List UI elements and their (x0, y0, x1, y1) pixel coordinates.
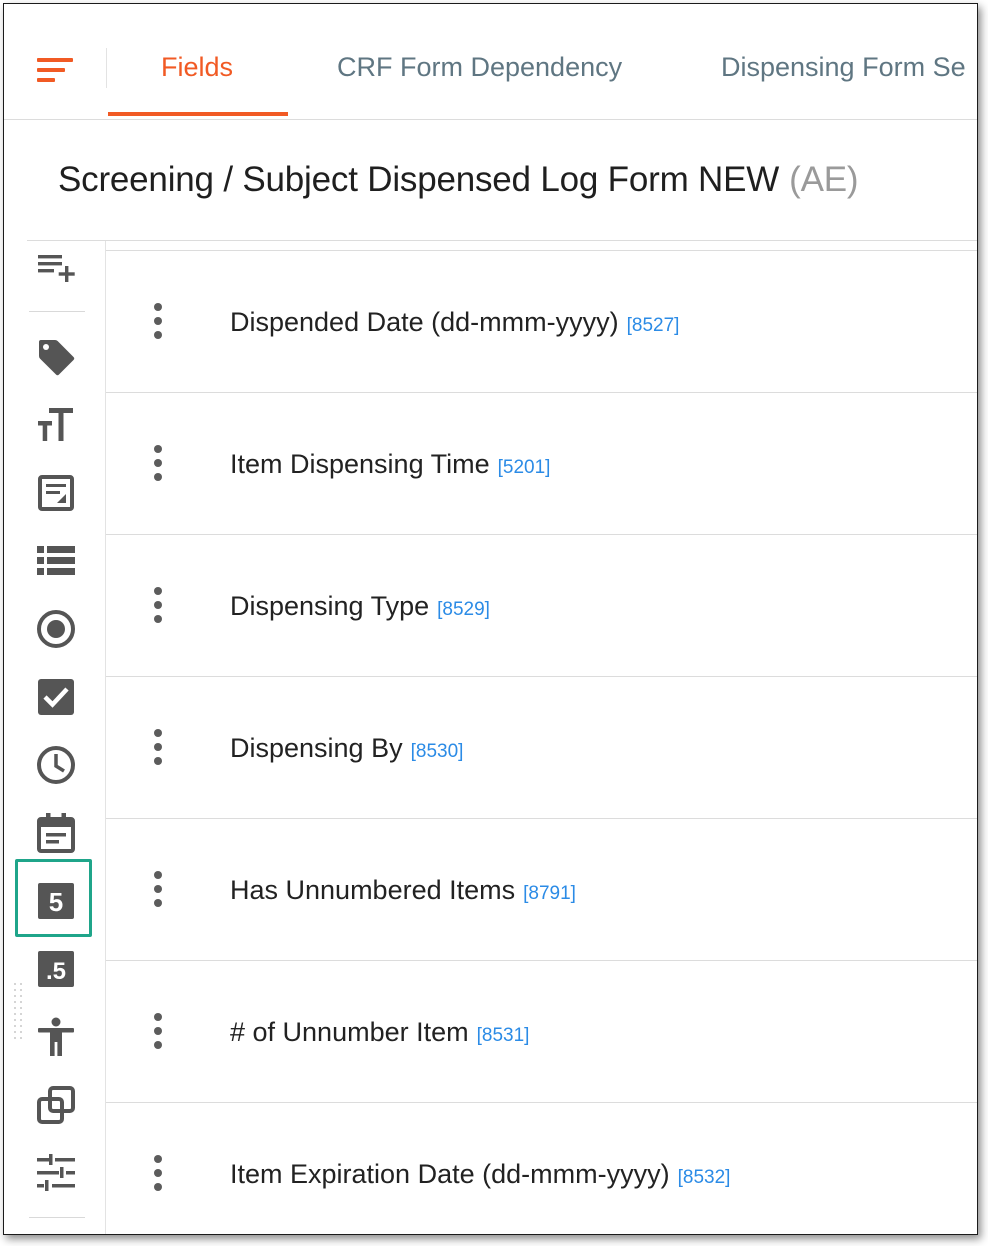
sliders-icon (37, 1154, 75, 1191)
form-title: Screening / Subject Dispensed Log Form N… (58, 160, 780, 199)
field-type-toolbar: 5 .5 (4, 241, 106, 1234)
decimal-field-button[interactable]: .5 (34, 947, 78, 991)
clock-icon (37, 746, 75, 784)
form-header: Screening / Subject Dispensed Log Form N… (27, 120, 977, 241)
integer-glyph: 5 (49, 887, 63, 917)
field-id: [5201] (497, 457, 551, 478)
field-id: [8527] (626, 315, 680, 336)
field-name: Has Unnumbered Items (230, 875, 516, 905)
field-name: Dispensing Type (230, 591, 430, 621)
more-options-icon[interactable] (146, 1013, 170, 1053)
field-name: Item Expiration Date (dd-mmm-yyyy) (230, 1159, 670, 1189)
checkbox-icon (38, 679, 74, 715)
body-icon (38, 1017, 74, 1056)
field-label: Dispensing Type [8529] (230, 591, 490, 622)
field-label: Has Unnumbered Items [8791] (230, 875, 576, 906)
tag-icon (39, 340, 75, 376)
calendar-icon (37, 813, 75, 853)
decimal-number-icon: .5 (38, 951, 74, 987)
date-field-button[interactable] (34, 811, 78, 855)
form-title-suffix: (AE) (789, 160, 859, 199)
resize-handle[interactable] (12, 983, 26, 1045)
field-name: Dispensing By (230, 733, 403, 763)
more-options-icon[interactable] (146, 871, 170, 911)
tag-field-button[interactable] (34, 335, 78, 379)
field-name: # of Unnumber Item (230, 1017, 469, 1047)
add-field-icon (38, 255, 75, 282)
field-id: [8531] (476, 1025, 530, 1046)
text-area-button[interactable] (34, 471, 78, 515)
more-options-icon[interactable] (146, 303, 170, 343)
field-row[interactable]: Dispensing By [8530] (106, 676, 977, 818)
checkbox-field-button[interactable] (34, 675, 78, 719)
field-label: # of Unnumber Item [8531] (230, 1017, 529, 1048)
field-row[interactable]: # of Unnumber Item [8531] (106, 960, 977, 1102)
text-field-button[interactable] (34, 403, 78, 447)
more-options-icon[interactable] (146, 587, 170, 627)
field-name: Dispended Date (dd-mmm-yyyy) (230, 307, 619, 337)
divider (106, 48, 107, 88)
tab-fields[interactable]: Fields (161, 52, 233, 83)
radio-button-icon (37, 610, 75, 648)
field-row[interactable]: Item Expiration Date (dd-mmm-yyyy) [8532] (106, 1102, 977, 1234)
field-label: Dispensing By [8530] (230, 733, 463, 764)
field-list: Dispended Date (dd-mmm-yyyy) [8527] Item … (106, 250, 977, 1234)
copy-icon (37, 1086, 75, 1124)
text-size-icon (38, 408, 73, 441)
more-options-icon[interactable] (146, 1155, 170, 1195)
copy-field-button[interactable] (34, 1083, 78, 1127)
time-field-button[interactable] (34, 743, 78, 787)
integer-number-icon: 5 (38, 883, 74, 919)
integer-field-button[interactable]: 5 (34, 879, 78, 923)
page-title: Screening / Subject Dispensed Log Form N… (58, 160, 859, 200)
field-id: [8791] (523, 883, 576, 904)
field-row[interactable]: Dispensing Type [8529] (106, 534, 977, 676)
more-options-icon[interactable] (146, 445, 170, 485)
active-tab-indicator (108, 112, 288, 116)
radio-field-button[interactable] (34, 607, 78, 651)
menu-icon[interactable] (37, 56, 77, 86)
body-field-button[interactable] (34, 1015, 78, 1059)
tab-bar: Fields CRF Form Dependency Dispensing Fo… (4, 4, 977, 120)
field-row[interactable]: Dispended Date (dd-mmm-yyyy) [8527] (106, 250, 977, 392)
tab-crf-form-dependency[interactable]: CRF Form Dependency (337, 52, 622, 83)
list-icon (37, 546, 75, 575)
decimal-glyph: .5 (46, 958, 66, 985)
field-label: Item Expiration Date (dd-mmm-yyyy) [8532] (230, 1159, 730, 1190)
field-label: Item Dispensing Time [5201] (230, 449, 550, 480)
field-id: [8529] (437, 599, 490, 620)
field-row[interactable]: Has Unnumbered Items [8791] (106, 818, 977, 960)
field-id: [8532] (677, 1167, 731, 1188)
settings-field-button[interactable] (34, 1151, 78, 1195)
more-options-icon[interactable] (146, 729, 170, 769)
field-label: Dispended Date (dd-mmm-yyyy) [8527] (230, 307, 679, 338)
toolbar-divider (29, 311, 85, 312)
field-name: Item Dispensing Time (230, 449, 490, 479)
text-area-icon (38, 475, 74, 511)
app-window: Fields CRF Form Dependency Dispensing Fo… (3, 3, 978, 1235)
tab-dispensing-form-settings[interactable]: Dispensing Form Se (721, 52, 966, 83)
field-id: [8530] (410, 741, 464, 762)
toolbar-divider (29, 1217, 85, 1218)
list-field-button[interactable] (34, 539, 78, 583)
add-field-button[interactable] (34, 245, 78, 289)
field-row[interactable]: Item Dispensing Time [5201] (106, 392, 977, 534)
